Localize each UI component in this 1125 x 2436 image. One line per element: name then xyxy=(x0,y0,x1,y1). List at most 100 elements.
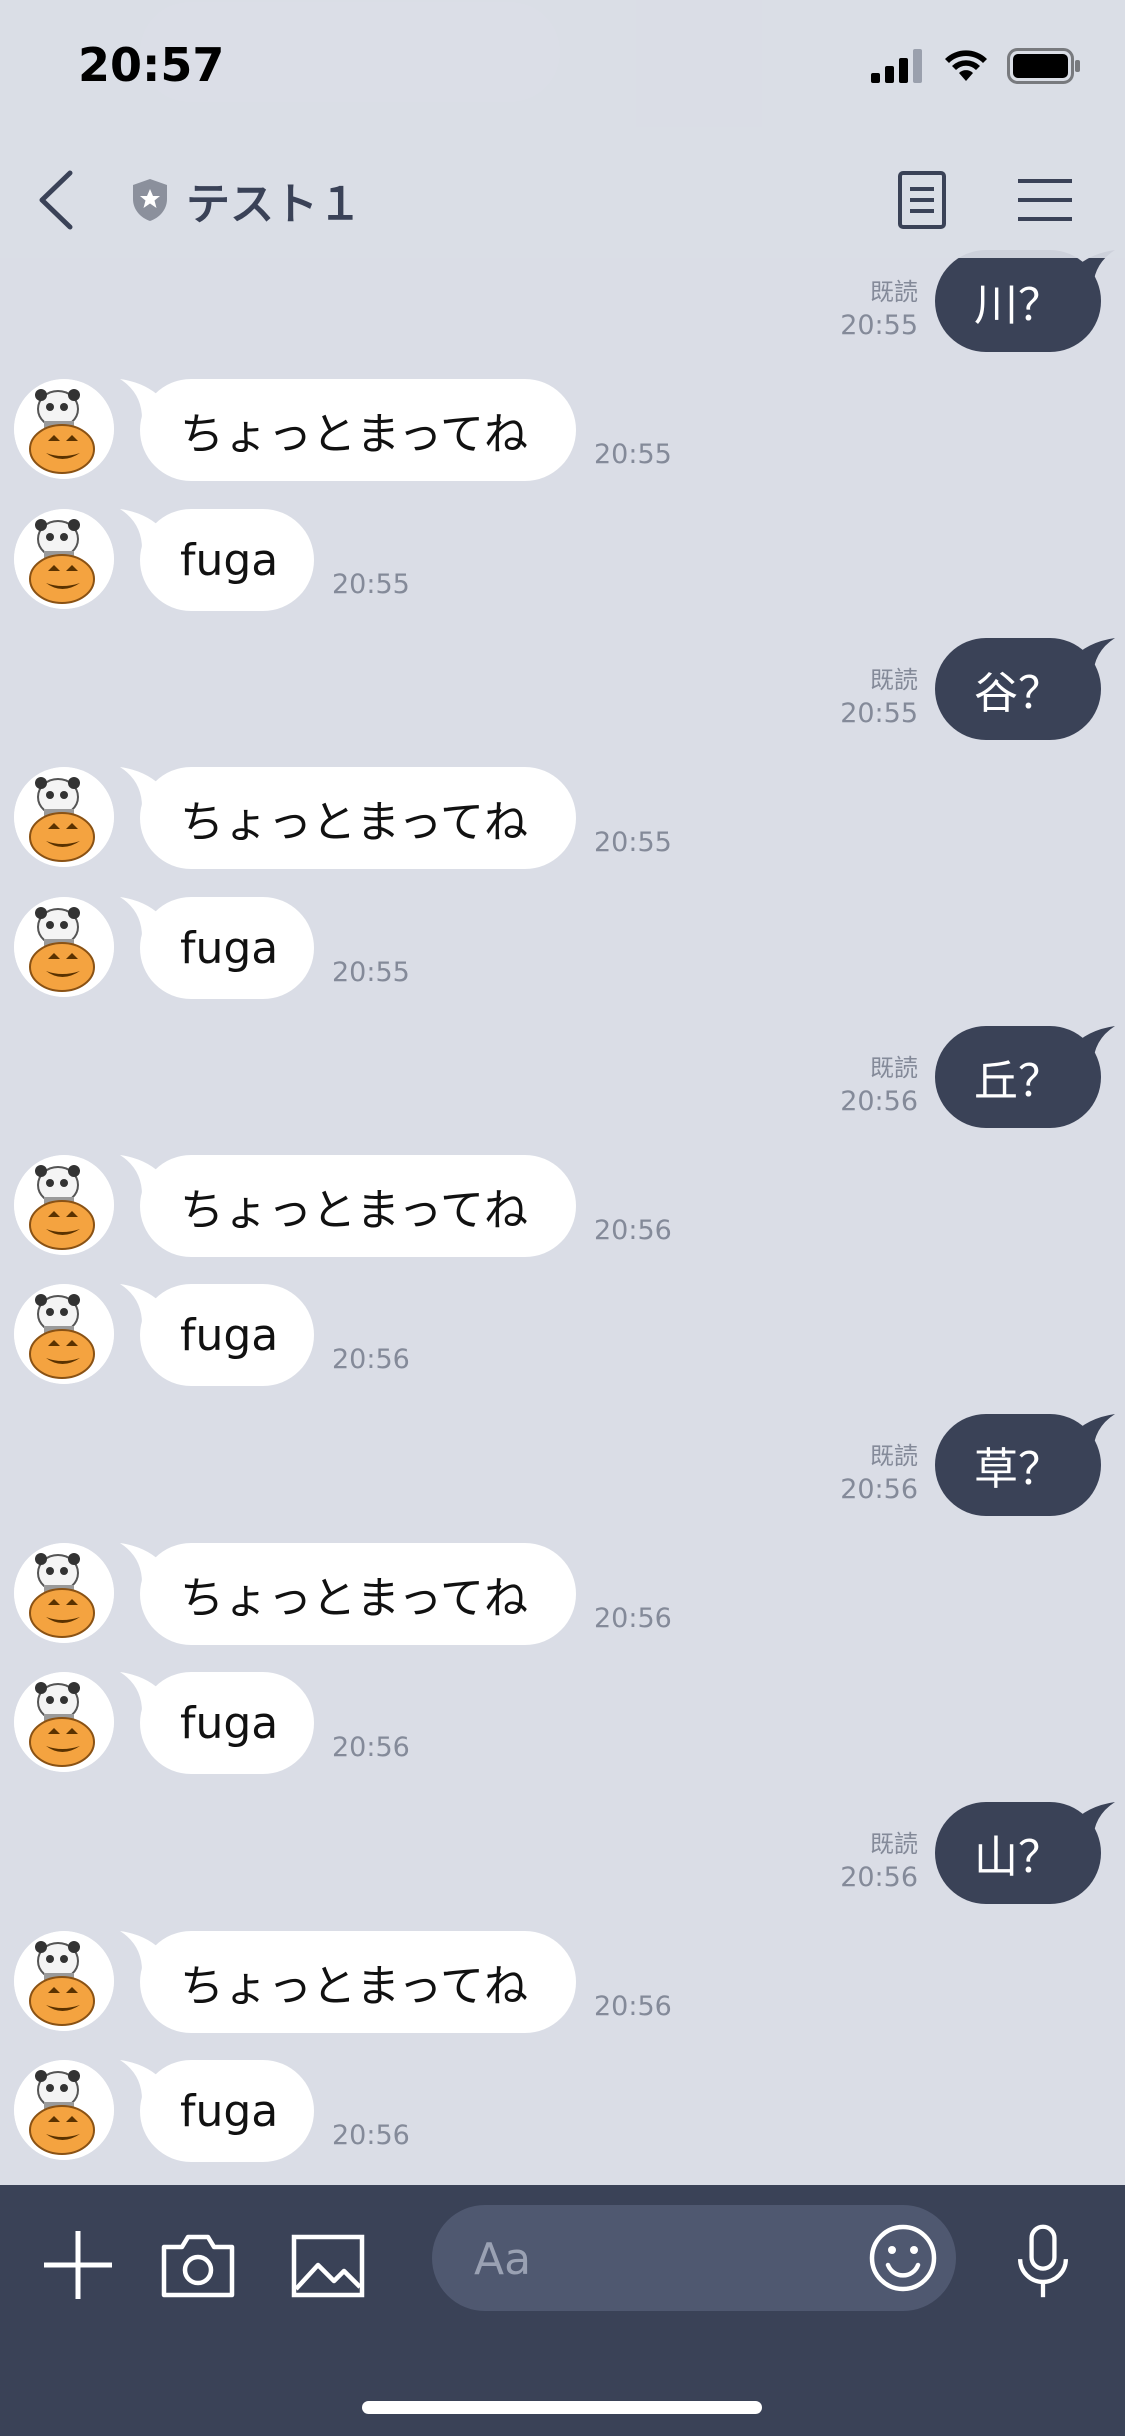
message-text: fuga xyxy=(180,2085,279,2137)
message-time: 20:56 xyxy=(594,1215,672,1246)
battery-icon xyxy=(1007,48,1080,84)
outgoing-bubble[interactable]: 山？ xyxy=(935,1802,1115,1904)
status-icons xyxy=(871,48,1081,84)
message-time: 20:56 xyxy=(594,1603,672,1634)
avatar[interactable] xyxy=(14,767,114,867)
message-time: 20:55 xyxy=(594,439,672,470)
incoming-bubble[interactable]: ちょっとまってね xyxy=(120,1155,576,1257)
incoming-message-row: fuga 20:56 xyxy=(0,2060,1125,2170)
message-text: 草？ xyxy=(974,1444,1062,1495)
wifi-icon xyxy=(945,50,987,81)
image-icon[interactable] xyxy=(288,2225,368,2305)
message-text: 谷？ xyxy=(974,668,1062,719)
message-text: 山？ xyxy=(974,1832,1062,1883)
plus-icon[interactable] xyxy=(38,2225,118,2305)
chevron-left-icon[interactable] xyxy=(28,165,88,235)
avatar[interactable] xyxy=(14,1284,114,1384)
read-receipt: 既読 xyxy=(870,278,918,306)
composer-bar xyxy=(0,2185,1125,2436)
microphone-icon[interactable] xyxy=(1003,2221,1083,2301)
incoming-message-row: ちょっとまってね 20:56 xyxy=(0,1543,1125,1653)
read-receipt: 既読 xyxy=(870,666,918,694)
message-time: 20:56 xyxy=(840,1086,918,1117)
read-receipt: 既読 xyxy=(870,1054,918,1082)
message-time: 20:56 xyxy=(332,1732,410,1763)
outgoing-bubble[interactable]: 草？ xyxy=(935,1414,1115,1516)
read-receipt: 既読 xyxy=(870,1442,918,1470)
incoming-bubble[interactable]: fuga xyxy=(120,509,314,611)
avatar[interactable] xyxy=(14,1543,114,1643)
bubble-tail xyxy=(1067,638,1115,678)
message-time: 20:56 xyxy=(840,1474,918,1505)
bubble-tail xyxy=(120,1931,168,1971)
message-text: ちょっとまってね xyxy=(180,1961,529,2012)
message-input[interactable] xyxy=(472,2225,816,2293)
message-time: 20:56 xyxy=(840,1862,918,1893)
avatar[interactable] xyxy=(14,1931,114,2031)
incoming-message-row: ちょっとまってね 20:55 xyxy=(0,767,1125,877)
incoming-bubble[interactable]: ちょっとまってね xyxy=(120,1931,576,2033)
message-text: ちょっとまってね xyxy=(180,797,529,848)
message-text: ちょっとまってね xyxy=(180,1185,529,1236)
message-text: fuga xyxy=(180,922,279,974)
read-receipt: 既読 xyxy=(870,1830,918,1858)
bubble-tail xyxy=(120,2060,168,2100)
avatar[interactable] xyxy=(14,2060,114,2160)
message-time: 20:55 xyxy=(840,698,918,729)
message-time: 20:56 xyxy=(332,2120,410,2151)
avatar[interactable] xyxy=(14,379,114,479)
hamburger-menu-icon[interactable] xyxy=(1010,165,1080,235)
message-meta: 既読 20:56 xyxy=(840,1440,918,1508)
message-text: fuga xyxy=(180,534,279,586)
message-text: fuga xyxy=(180,1309,279,1361)
bubble-tail xyxy=(120,1543,168,1583)
outgoing-message-row: 既読 20:55 谷？ xyxy=(0,638,1125,748)
incoming-message-row: fuga 20:55 xyxy=(0,509,1125,619)
outgoing-message-row: 既読 20:56 草？ xyxy=(0,1414,1125,1524)
message-text: 丘？ xyxy=(974,1056,1062,1107)
incoming-bubble[interactable]: ちょっとまってね xyxy=(120,767,576,869)
message-text: ちょっとまってね xyxy=(180,1573,529,1624)
note-icon[interactable] xyxy=(886,165,956,235)
bubble-tail xyxy=(120,1672,168,1712)
message-time: 20:56 xyxy=(332,1344,410,1375)
incoming-message-row: fuga 20:56 xyxy=(0,1672,1125,1782)
avatar[interactable] xyxy=(14,1155,114,1255)
incoming-bubble[interactable]: fuga xyxy=(120,1284,314,1386)
avatar[interactable] xyxy=(14,509,114,609)
status-time: 20:57 xyxy=(78,38,225,92)
signal-icon xyxy=(871,49,922,83)
outgoing-message-row: 既読 20:56 山？ xyxy=(0,1802,1125,1912)
message-time: 20:55 xyxy=(840,310,918,341)
incoming-bubble[interactable]: fuga xyxy=(120,1672,314,1774)
outgoing-bubble[interactable]: 谷？ xyxy=(935,638,1115,740)
bubble-tail xyxy=(120,1284,168,1324)
chat-area[interactable]: 既読 20:55 川？ ちょっとまってね 20:55 fuga 20:55 既読 20:55 谷？… xyxy=(0,0,1125,2185)
outgoing-bubble[interactable]: 川？ xyxy=(935,250,1115,352)
incoming-bubble[interactable]: ちょっとまってね xyxy=(120,1543,576,1645)
incoming-message-row: fuga 20:56 xyxy=(0,1284,1125,1394)
bubble-tail xyxy=(120,509,168,549)
camera-icon[interactable] xyxy=(158,2225,238,2305)
avatar[interactable] xyxy=(14,1672,114,1772)
outgoing-message-row: 既読 20:56 丘？ xyxy=(0,1026,1125,1136)
message-time: 20:55 xyxy=(594,827,672,858)
message-time: 20:55 xyxy=(332,569,410,600)
incoming-bubble[interactable]: ちょっとまってね xyxy=(120,379,576,481)
bubble-tail xyxy=(120,379,168,419)
message-time: 20:55 xyxy=(332,957,410,988)
incoming-bubble[interactable]: fuga xyxy=(120,2060,314,2162)
smiley-icon[interactable] xyxy=(868,2223,938,2293)
message-meta: 既読 20:56 xyxy=(840,1828,918,1896)
incoming-message-row: ちょっとまってね 20:56 xyxy=(0,1155,1125,1265)
outgoing-bubble[interactable]: 丘？ xyxy=(935,1026,1115,1128)
incoming-bubble[interactable]: fuga xyxy=(120,897,314,999)
avatar[interactable] xyxy=(14,897,114,997)
bubble-tail xyxy=(1067,1026,1115,1066)
incoming-message-row: fuga 20:55 xyxy=(0,897,1125,1007)
bubble-tail xyxy=(1067,1414,1115,1454)
incoming-message-row: ちょっとまってね 20:56 xyxy=(0,1931,1125,2041)
message-meta: 既読 20:56 xyxy=(840,1052,918,1120)
status-bar: 20:57 xyxy=(0,0,1125,140)
room-title[interactable]: テスト１ xyxy=(130,168,362,232)
